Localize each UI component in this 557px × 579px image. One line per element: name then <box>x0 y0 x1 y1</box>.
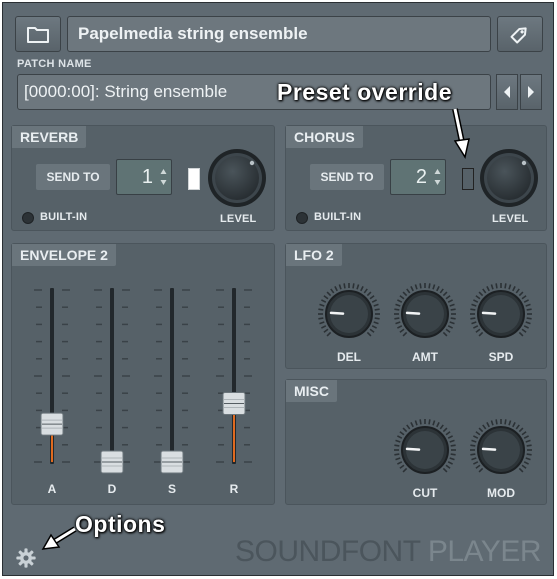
fader-icon <box>216 288 252 464</box>
misc-title: MISC <box>286 380 337 402</box>
big-knob-icon <box>208 149 266 207</box>
misc-panel: MISC CUT MOD <box>285 379 547 505</box>
spinner-icon <box>434 169 441 185</box>
knob-label: DEL <box>337 350 361 364</box>
preset-override-callout: Preset override <box>277 79 452 105</box>
knob-icon <box>394 419 456 474</box>
folder-icon <box>27 27 49 43</box>
reverb-panel: REVERB SEND TO 1 BUILT-IN LEVEL <box>11 125 275 231</box>
gear-icon <box>16 548 36 568</box>
envelope-slider-label: D <box>107 482 117 496</box>
spinner-icon <box>160 169 167 185</box>
fader-icon <box>154 288 190 474</box>
knob-label: SPD <box>488 350 514 364</box>
knob-icon <box>318 283 380 338</box>
lfo-panel: LFO 2 DEL AMT SPD <box>285 243 547 369</box>
knob-del[interactable]: DEL <box>315 280 383 364</box>
reverb-level-knob[interactable] <box>204 148 270 215</box>
lfo-title: LFO 2 <box>286 244 342 266</box>
chorus-level-knob[interactable] <box>476 148 542 215</box>
soundfont-player-window: Papelmedia string ensemble PATCH NAME [0… <box>2 2 554 576</box>
knob-amt[interactable]: AMT <box>391 280 459 364</box>
brand-part-1: SOUNDFONT <box>235 535 420 568</box>
options-callout: Options <box>75 511 166 537</box>
envelope-slider-d[interactable]: D <box>82 244 142 496</box>
reverb-title: REVERB <box>12 126 87 148</box>
patch-name-label: PATCH NAME <box>17 58 92 70</box>
knob-label: MOD <box>487 486 515 500</box>
plugin-title: Papelmedia string ensemble <box>67 16 491 52</box>
envelope-slider-label: S <box>167 482 176 496</box>
arrow-left-icon <box>504 86 510 98</box>
chorus-builtin-label: BUILT-IN <box>314 211 362 223</box>
reverb-send-value[interactable]: 1 <box>116 159 172 195</box>
reverb-builtin-radio[interactable] <box>22 212 34 224</box>
reverb-builtin-label: BUILT-IN <box>40 211 88 223</box>
preset-override-arrow-icon <box>452 108 470 159</box>
envelope-slider-label: A <box>47 482 57 496</box>
chorus-level-label: LEVEL <box>492 213 529 225</box>
chorus-title: CHORUS <box>286 126 363 148</box>
envelope-slider-r[interactable]: R <box>204 244 264 496</box>
knob-icon <box>470 419 532 474</box>
knob-icon <box>394 283 456 338</box>
knob-spd[interactable]: SPD <box>467 280 535 364</box>
big-knob-icon <box>480 149 538 207</box>
knob-label: AMT <box>412 350 438 364</box>
envelope-slider-label: R <box>229 482 239 496</box>
open-folder-button[interactable] <box>15 16 61 52</box>
chorus-send-value[interactable]: 2 <box>390 159 446 195</box>
reverb-send-label: SEND TO <box>36 164 110 190</box>
knob-mod[interactable]: MOD <box>467 416 535 500</box>
prev-patch-button[interactable] <box>496 74 518 110</box>
chorus-send-label: SEND TO <box>310 164 384 190</box>
brand-part-2: PLAYER <box>427 535 542 568</box>
brand-logo: SOUNDFONT PLAYER <box>235 535 541 569</box>
chorus-panel: CHORUS SEND TO 2 BUILT-IN LEVEL <box>285 125 547 231</box>
tag-button[interactable] <box>497 16 543 52</box>
chorus-preset-override-toggle[interactable] <box>462 168 474 190</box>
envelope-panel: ENVELOPE 2 ADSR <box>11 243 275 505</box>
options-button[interactable] <box>15 547 37 574</box>
knob-icon <box>470 283 532 338</box>
tag-icon <box>510 27 527 44</box>
knob-cut[interactable]: CUT <box>391 416 459 500</box>
next-patch-button[interactable] <box>520 74 542 110</box>
fader-icon <box>94 288 130 474</box>
arrow-right-icon <box>528 86 534 98</box>
reverb-level-label: LEVEL <box>220 213 257 225</box>
knob-label: CUT <box>412 486 438 500</box>
fader-icon <box>34 288 70 464</box>
reverb-preset-override-toggle[interactable] <box>188 168 200 190</box>
chorus-builtin-radio[interactable] <box>296 212 308 224</box>
envelope-slider-a[interactable]: A <box>22 244 82 496</box>
envelope-slider-s[interactable]: S <box>142 244 202 496</box>
options-arrow-icon <box>41 526 77 550</box>
